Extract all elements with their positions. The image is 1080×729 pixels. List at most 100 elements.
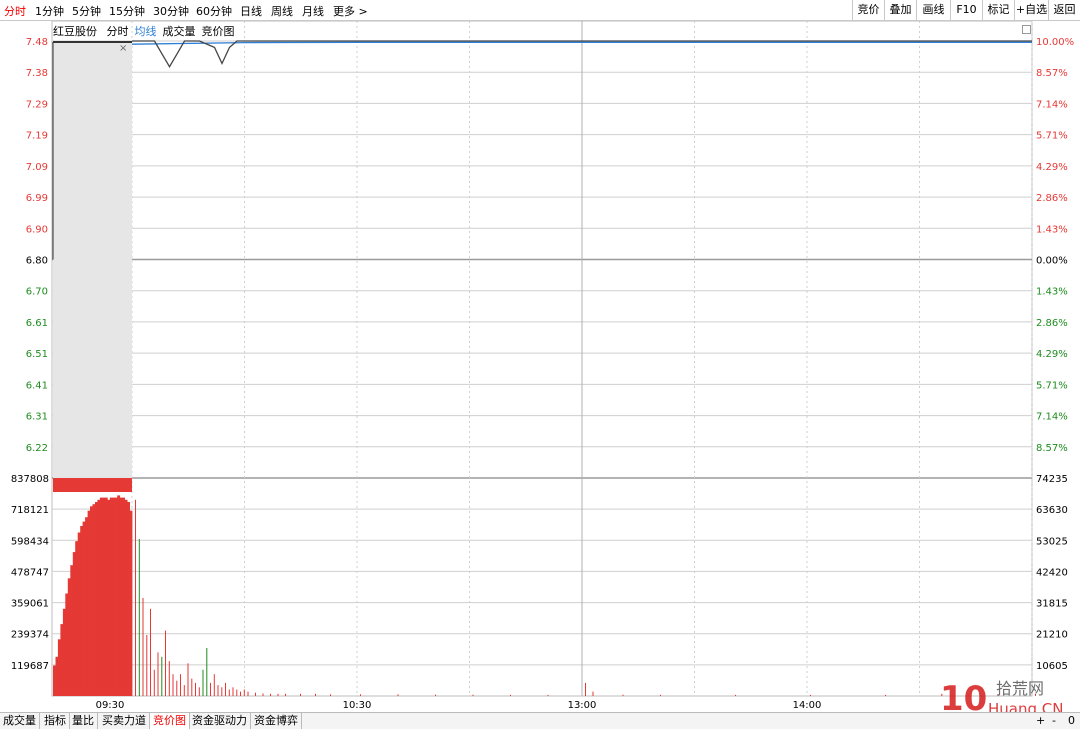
price-tick-label: 7.19 <box>26 131 48 142</box>
indicator-tabbar: 成交量 指标 量比 买卖力道 竞价图 资金驱动力 资金博弈 + - 0 <box>0 712 1080 729</box>
stock-name: 红豆股份 <box>53 25 97 38</box>
period-toolbar: 分时 1分钟 5分钟 15分钟 30分钟 60分钟 日线 周线 月线 更多 > … <box>0 0 1080 21</box>
close-auction-icon[interactable]: × <box>119 43 127 54</box>
btab-auction-chart[interactable]: 竞价图 <box>150 713 190 729</box>
tab-more[interactable]: 更多 > <box>333 3 368 19</box>
volume-bar <box>150 608 151 696</box>
volume-tick-label: 119687 <box>11 661 49 672</box>
pct-tick-label: 2.86% <box>1036 193 1068 204</box>
volume-tick-label-right: 42420 <box>1036 567 1068 578</box>
zoom-out-button[interactable]: - <box>1052 714 1056 727</box>
pct-tick-label: 0.00% <box>1036 256 1068 267</box>
volume-bar <box>176 680 178 696</box>
price-tick-label: 6.51 <box>26 349 48 360</box>
volume-tick-label: 239374 <box>11 630 49 641</box>
volume-bar <box>510 694 511 696</box>
auction-volume-bar <box>57 639 61 696</box>
time-label: 10:30 <box>343 700 372 711</box>
btab-fund-drive[interactable]: 资金驱动力 <box>189 713 251 729</box>
volume-bar <box>142 597 144 696</box>
volume-bar <box>435 694 436 696</box>
volume-bar <box>195 682 196 696</box>
legend-avg-line[interactable]: 均线 <box>135 25 157 38</box>
volume-bar <box>135 499 136 696</box>
watermark-line1: 拾荒网 <box>996 679 1044 698</box>
auction-button[interactable]: 竞价 <box>852 0 884 20</box>
overlay-button[interactable]: 叠加 <box>884 0 916 20</box>
tab-daily[interactable]: 日线 <box>240 3 262 19</box>
pct-tick-label: 7.14% <box>1036 99 1068 110</box>
volume-bar <box>300 693 301 696</box>
volume-tick-label: 718121 <box>11 505 49 516</box>
add-watchlist-button[interactable]: +自选 <box>1014 0 1048 20</box>
auction-volume-bar <box>104 497 108 696</box>
zoom-in-button[interactable]: + <box>1036 714 1045 727</box>
volume-bar <box>213 674 215 696</box>
auction-volume-bar <box>60 624 64 696</box>
tab-intraday[interactable]: 分时 <box>4 3 26 19</box>
volume-bar <box>315 693 316 696</box>
tab-30min[interactable]: 30分钟 <box>153 3 189 19</box>
auction-volume-bar <box>99 497 103 696</box>
mark-button[interactable]: 标记 <box>982 0 1014 20</box>
volume-bar <box>270 693 271 696</box>
tab-5min[interactable]: 5分钟 <box>72 3 101 19</box>
auction-volume-bar <box>75 541 79 696</box>
auction-volume-bar <box>53 665 56 696</box>
window-toggle-icon[interactable] <box>1022 25 1031 34</box>
pct-tick-label: 4.29% <box>1036 162 1068 173</box>
volume-bar <box>585 682 586 696</box>
intraday-chart[interactable]: 7.48 10.00% 7.38 8.57% 7.29 7.14% 7.19 5.71% 7.0… <box>0 21 1080 712</box>
volume-bar <box>243 689 245 696</box>
legend-volume[interactable]: 成交量 <box>163 25 196 38</box>
pct-tick-label: 1.43% <box>1036 224 1068 235</box>
volume-bar <box>191 678 193 696</box>
tab-monthly[interactable]: 月线 <box>302 3 324 19</box>
btab-volume-ratio[interactable]: 量比 <box>69 713 98 729</box>
chart-grid <box>51 21 1033 697</box>
auction-volume-bar <box>107 499 111 696</box>
auction-volume-cap <box>53 478 132 492</box>
volume-bar <box>225 682 226 696</box>
auction-volume-bar <box>92 504 96 696</box>
tab-15min[interactable]: 15分钟 <box>109 3 145 19</box>
f10-button[interactable]: F10 <box>950 0 982 20</box>
reset-zoom-button[interactable]: 0 <box>1068 714 1075 727</box>
auction-volume-bar <box>117 495 121 696</box>
volume-bar <box>236 689 238 696</box>
tab-60min[interactable]: 60分钟 <box>196 3 232 19</box>
pct-tick-label: 2.86% <box>1036 318 1068 329</box>
pct-tick-label: 8.57% <box>1036 443 1068 454</box>
btab-indicator[interactable]: 指标 <box>41 713 70 729</box>
volume-bar <box>547 694 549 696</box>
pct-tick-label: 7.14% <box>1036 412 1068 423</box>
volume-bar <box>330 694 331 696</box>
auction-volume-bar <box>109 497 113 696</box>
auction-volume-bar <box>90 506 93 696</box>
volume-bar <box>138 539 140 696</box>
auction-volume-bar <box>97 499 101 696</box>
btab-buy-sell-force[interactable]: 买卖力道 <box>99 713 150 729</box>
back-button[interactable]: 返回 <box>1048 0 1080 20</box>
btab-volume[interactable]: 成交量 <box>0 713 40 729</box>
legend-intraday[interactable]: 分时 <box>107 25 129 38</box>
legend-auction-chart[interactable]: 竞价图 <box>202 25 235 38</box>
volume-bar <box>210 682 211 696</box>
volume-bar <box>153 669 155 696</box>
time-label: 14:00 <box>793 700 822 711</box>
pct-tick-label: 10.00% <box>1036 37 1074 48</box>
volume-bar <box>735 694 736 696</box>
btab-fund-game[interactable]: 资金博弈 <box>251 713 302 729</box>
plot-frame <box>51 21 1033 697</box>
volume-bar <box>161 656 163 696</box>
volume-bar <box>217 685 219 696</box>
volume-bar <box>360 694 361 696</box>
tab-1min[interactable]: 1分钟 <box>35 3 64 19</box>
price-tick-label: 6.61 <box>26 318 48 329</box>
auction-volume-baseline <box>53 692 132 696</box>
volume-tick-label-right: 31815 <box>1036 599 1068 610</box>
tab-weekly[interactable]: 周线 <box>271 3 293 19</box>
auction-volume-bar <box>70 565 74 696</box>
draw-line-button[interactable]: 画线 <box>916 0 950 20</box>
volume-bar <box>168 661 170 696</box>
